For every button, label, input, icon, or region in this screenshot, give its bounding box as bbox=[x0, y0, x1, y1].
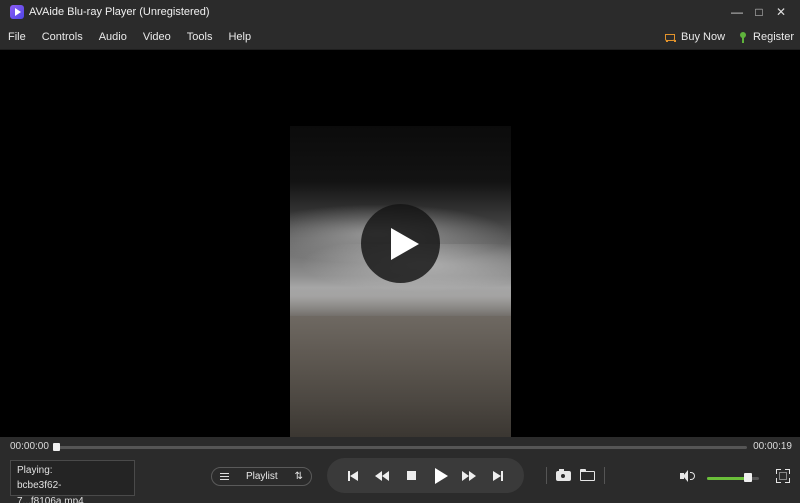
next-button[interactable] bbox=[487, 465, 509, 487]
list-icon bbox=[220, 473, 229, 480]
close-button[interactable]: ✕ bbox=[770, 0, 792, 24]
fast-forward-icon bbox=[461, 470, 476, 481]
now-playing-file: bcbe3f62-7...f8106a.mp4 bbox=[17, 480, 84, 503]
fullscreen-button[interactable] bbox=[776, 469, 790, 483]
play-button[interactable] bbox=[429, 465, 451, 487]
control-bar: 00:00:00 00:00:19 Playing: bcbe3f62-7...… bbox=[0, 437, 800, 503]
playlist-label: Playlist bbox=[245, 471, 278, 482]
window-title: AVAide Blu-ray Player (Unregistered) bbox=[29, 6, 210, 18]
snapshot-button[interactable] bbox=[556, 468, 572, 482]
video-area[interactable] bbox=[0, 51, 800, 437]
rewind-icon bbox=[375, 470, 390, 481]
fast-forward-button[interactable] bbox=[458, 465, 480, 487]
now-playing-box: Playing: bcbe3f62-7...f8106a.mp4 bbox=[10, 460, 135, 503]
skip-previous-icon bbox=[348, 470, 359, 481]
register-label: Register bbox=[753, 31, 794, 43]
minimize-icon: — bbox=[731, 5, 743, 19]
playlist-button[interactable]: Playlist ⇅ bbox=[211, 467, 312, 486]
menu-audio[interactable]: Audio bbox=[91, 24, 135, 50]
play-overlay-button[interactable] bbox=[361, 204, 440, 283]
close-icon: ✕ bbox=[775, 5, 787, 19]
sort-icon[interactable]: ⇅ bbox=[295, 471, 303, 482]
mute-button[interactable] bbox=[680, 470, 696, 482]
title-bar: AVAide Blu-ray Player (Unregistered) — □… bbox=[0, 0, 800, 24]
register-button[interactable]: Register bbox=[739, 31, 794, 43]
stop-icon bbox=[406, 471, 416, 480]
volume-thumb[interactable] bbox=[744, 473, 752, 482]
buy-now-label: Buy Now bbox=[681, 31, 726, 43]
transport-controls bbox=[327, 458, 524, 493]
play-icon bbox=[434, 467, 448, 484]
now-playing-label: Playing: bbox=[17, 465, 53, 476]
maximize-icon: □ bbox=[755, 5, 763, 19]
previous-button[interactable] bbox=[342, 465, 364, 487]
stop-button[interactable] bbox=[400, 465, 422, 487]
divider bbox=[546, 467, 547, 484]
key-icon bbox=[739, 31, 747, 43]
menubar-right: Buy Now Register bbox=[664, 24, 794, 50]
menu-bar: File Controls Audio Video Tools Help Buy… bbox=[0, 24, 800, 50]
menu-video[interactable]: Video bbox=[135, 24, 179, 50]
menu-controls[interactable]: Controls bbox=[34, 24, 91, 50]
video-sand bbox=[290, 316, 511, 437]
current-time: 00:00:00 bbox=[10, 441, 49, 452]
divider bbox=[604, 467, 605, 484]
progress-bar[interactable] bbox=[53, 446, 747, 449]
skip-next-icon bbox=[492, 470, 503, 481]
volume-fill bbox=[707, 477, 749, 480]
app-logo-icon bbox=[10, 5, 24, 19]
maximize-button[interactable]: □ bbox=[748, 0, 770, 24]
play-icon bbox=[390, 227, 419, 260]
window-controls: — □ ✕ bbox=[726, 0, 792, 24]
open-folder-button[interactable] bbox=[580, 469, 596, 481]
minimize-button[interactable]: — bbox=[726, 0, 748, 24]
total-time: 00:00:19 bbox=[753, 441, 792, 452]
cart-icon bbox=[664, 33, 676, 42]
progress-thumb[interactable] bbox=[53, 443, 60, 451]
menu-tools[interactable]: Tools bbox=[179, 24, 221, 50]
menu-file[interactable]: File bbox=[0, 24, 34, 50]
buy-now-button[interactable]: Buy Now bbox=[664, 31, 725, 43]
rewind-button[interactable] bbox=[371, 465, 393, 487]
menu-help[interactable]: Help bbox=[220, 24, 259, 50]
